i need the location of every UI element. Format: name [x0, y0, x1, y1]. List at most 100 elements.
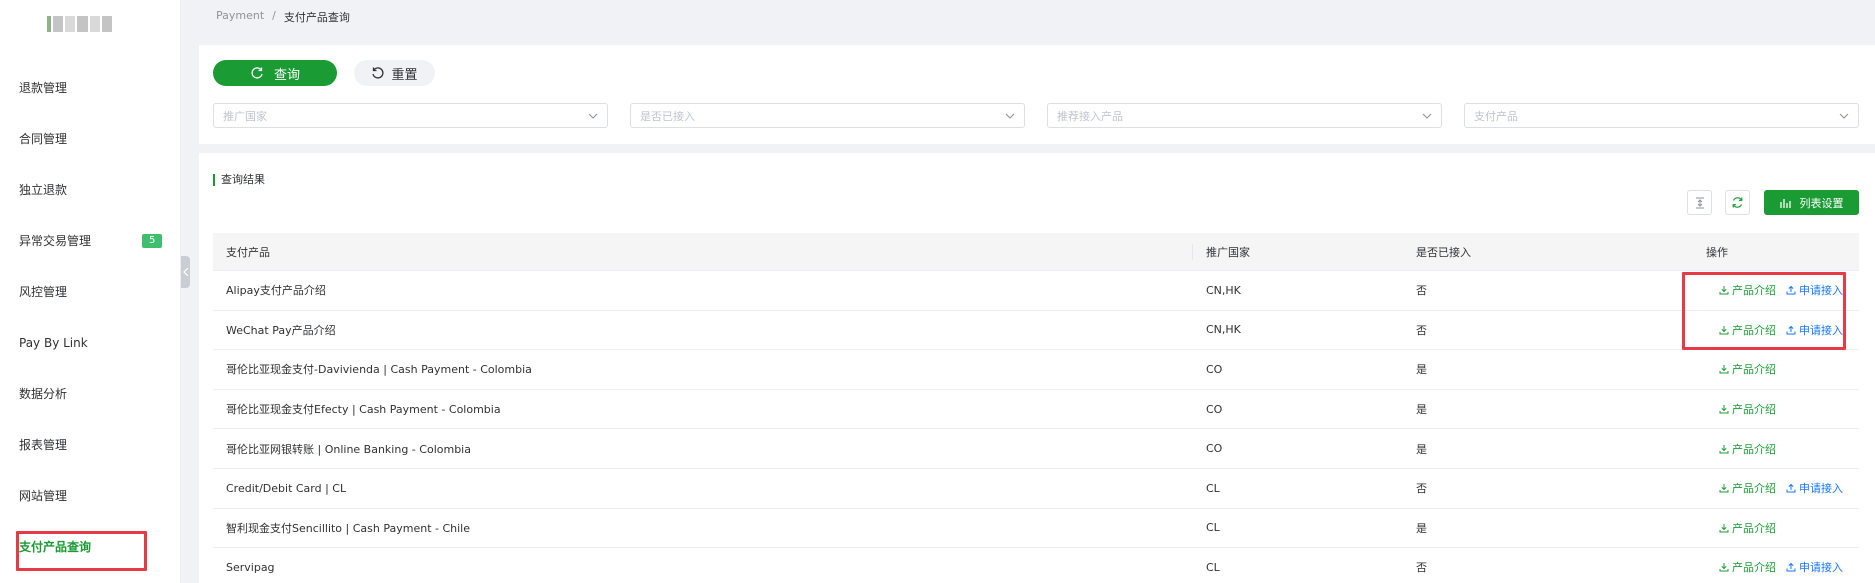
sidebar-item-reports[interactable]: 报表管理	[0, 419, 180, 470]
actions-cell: 产品介绍	[1693, 441, 1859, 457]
table-row: 哥伦比亚现金支付-Davivienda | Cash Payment - Col…	[213, 350, 1859, 390]
count-badge: 5	[142, 233, 163, 248]
download-icon	[1719, 563, 1729, 572]
actions-cell: 产品介绍 申请接入	[1693, 282, 1859, 298]
product-intro-link[interactable]: 产品介绍	[1719, 520, 1776, 536]
result-table: 支付产品 推广国家 是否已接入 操作 Alipay支付产品介绍 CN,HK 否 …	[213, 233, 1859, 583]
product-intro-link[interactable]: 产品介绍	[1719, 480, 1776, 496]
download-icon	[1719, 286, 1729, 295]
vertical-align-icon	[1695, 197, 1704, 208]
chevron-left-icon	[182, 268, 188, 276]
table-body: Alipay支付产品介绍 CN,HK 否 产品介绍 申请接入 WeChat Pa…	[213, 271, 1859, 583]
connected-cell: 是	[1416, 442, 1427, 456]
sidebar-item-label: 报表管理	[19, 438, 68, 452]
product-cell: Alipay支付产品介绍	[226, 284, 326, 298]
country-cell: CO	[1206, 362, 1223, 376]
product-intro-link[interactable]: 产品介绍	[1719, 322, 1776, 338]
download-icon	[1719, 523, 1729, 533]
sidebar-item-contract[interactable]: 合同管理	[0, 113, 180, 164]
product-intro-link[interactable]: 产品介绍	[1719, 441, 1776, 457]
payment-product-select[interactable]: 支付产品	[1464, 103, 1859, 128]
apply-access-link[interactable]: 申请接入	[1786, 559, 1843, 575]
apply-access-label: 申请接入	[1799, 284, 1843, 298]
sidebar-item-website[interactable]: 网站管理	[0, 470, 180, 521]
table-row: Servipag CL 否 产品介绍 申请接入	[213, 548, 1859, 583]
connected-cell: 是	[1416, 521, 1427, 535]
breadcrumb: Payment / 支付产品查询	[216, 9, 350, 25]
reset-button[interactable]: 重置	[354, 60, 435, 86]
apply-access-link[interactable]: 申请接入	[1786, 282, 1843, 298]
table-row: Credit/Debit Card | CL CL 否 产品介绍 申请接入	[213, 469, 1859, 509]
sidebar-item-risk-control[interactable]: 风控管理	[0, 266, 180, 317]
apply-access-label: 申请接入	[1799, 482, 1843, 496]
apply-access-label: 申请接入	[1799, 323, 1843, 337]
chevron-down-icon	[588, 113, 598, 119]
column-height-button[interactable]	[1687, 190, 1712, 215]
download-icon	[1719, 365, 1729, 374]
country-cell: CL	[1206, 521, 1220, 535]
apply-access-link[interactable]: 申请接入	[1786, 480, 1843, 496]
refresh-button[interactable]	[1725, 190, 1750, 215]
column-header-product: 支付产品	[213, 243, 1193, 260]
country-cell: CL	[1206, 560, 1220, 574]
product-intro-label: 产品介绍	[1732, 442, 1776, 456]
product-intro-label: 产品介绍	[1732, 323, 1776, 337]
sidebar-menu: 退款管理 合同管理 独立退款 异常交易管理 5 风控管理 Pay By Link …	[0, 62, 180, 572]
sidebar-item-refund[interactable]: 退款管理	[0, 62, 180, 113]
product-intro-link[interactable]: 产品介绍	[1719, 361, 1776, 377]
breadcrumb-parent[interactable]: Payment	[216, 9, 264, 25]
sidebar-item-label: Pay By Link	[19, 335, 88, 350]
download-icon	[1719, 484, 1729, 493]
country-cell: CO	[1206, 402, 1223, 416]
recommended-product-select[interactable]: 推荐接入产品	[1047, 103, 1442, 128]
download-icon	[1719, 405, 1729, 414]
sidebar-item-label: 合同管理	[19, 132, 68, 146]
sidebar-item-abnormal-transactions[interactable]: 异常交易管理 5	[0, 215, 180, 266]
breadcrumb-separator: /	[272, 9, 276, 22]
download-icon	[1719, 444, 1729, 454]
sidebar-item-label: 退款管理	[19, 81, 68, 95]
upload-icon	[1786, 325, 1796, 335]
download-icon	[1719, 325, 1729, 335]
sidebar-item-label: 网站管理	[19, 489, 68, 503]
connected-cell: 否	[1416, 561, 1427, 575]
product-intro-link[interactable]: 产品介绍	[1719, 401, 1776, 417]
query-button[interactable]: 查询	[213, 60, 337, 86]
sidebar-item-label: 数据分析	[19, 387, 68, 401]
sidebar-item-pay-by-link[interactable]: Pay By Link	[0, 317, 180, 368]
product-cell: 哥伦比亚网银转账 | Online Banking - Colombia	[226, 442, 471, 456]
column-header-actions: 操作	[1706, 245, 1728, 259]
product-intro-link[interactable]: 产品介绍	[1719, 282, 1776, 298]
select-placeholder: 支付产品	[1474, 109, 1518, 123]
table-row: Alipay支付产品介绍 CN,HK 否 产品介绍 申请接入	[213, 271, 1859, 311]
column-header-connected: 是否已接入	[1416, 245, 1471, 259]
sidebar-item-independent-refund[interactable]: 独立退款	[0, 164, 180, 215]
actions-cell: 产品介绍	[1693, 361, 1859, 377]
connected-cell: 是	[1416, 363, 1427, 377]
actions-cell: 产品介绍	[1693, 520, 1859, 536]
table-row: 哥伦比亚网银转账 | Online Banking - Colombia CO …	[213, 429, 1859, 469]
result-title: 查询结果	[213, 174, 265, 186]
search-panel: 查询 重置 推广国家 是否已接入 推荐接入产品 支付产品	[199, 45, 1875, 144]
sidebar-item-data-analysis[interactable]: 数据分析	[0, 368, 180, 419]
logo	[47, 16, 113, 32]
connected-select[interactable]: 是否已接入	[630, 103, 1025, 128]
sidebar-item-payment-product-query[interactable]: 支付产品查询	[0, 521, 180, 572]
actions-cell: 产品介绍	[1693, 401, 1859, 417]
product-cell: 哥伦比亚现金支付-Davivienda | Cash Payment - Col…	[226, 363, 532, 377]
sidebar-item-label: 独立退款	[19, 183, 68, 197]
table-row: 哥伦比亚现金支付Efecty | Cash Payment - Colombia…	[213, 390, 1859, 430]
country-cell: CN,HK	[1206, 283, 1241, 297]
country-select[interactable]: 推广国家	[213, 103, 608, 128]
product-cell: 智利现金支付Sencillito | Cash Payment - Chile	[226, 521, 471, 535]
product-intro-link[interactable]: 产品介绍	[1719, 559, 1776, 575]
sidebar-collapse-handle[interactable]	[181, 256, 190, 288]
product-cell: 哥伦比亚现金支付Efecty | Cash Payment - Colombia	[226, 403, 501, 417]
apply-access-link[interactable]: 申请接入	[1786, 322, 1843, 338]
column-settings-button[interactable]: 列表设置	[1764, 190, 1859, 215]
refresh-search-icon	[251, 67, 263, 79]
country-cell: CN,HK	[1206, 323, 1241, 337]
country-cell: CL	[1206, 481, 1220, 495]
sidebar-item-label: 支付产品查询	[19, 540, 92, 554]
select-placeholder: 推荐接入产品	[1057, 109, 1123, 123]
